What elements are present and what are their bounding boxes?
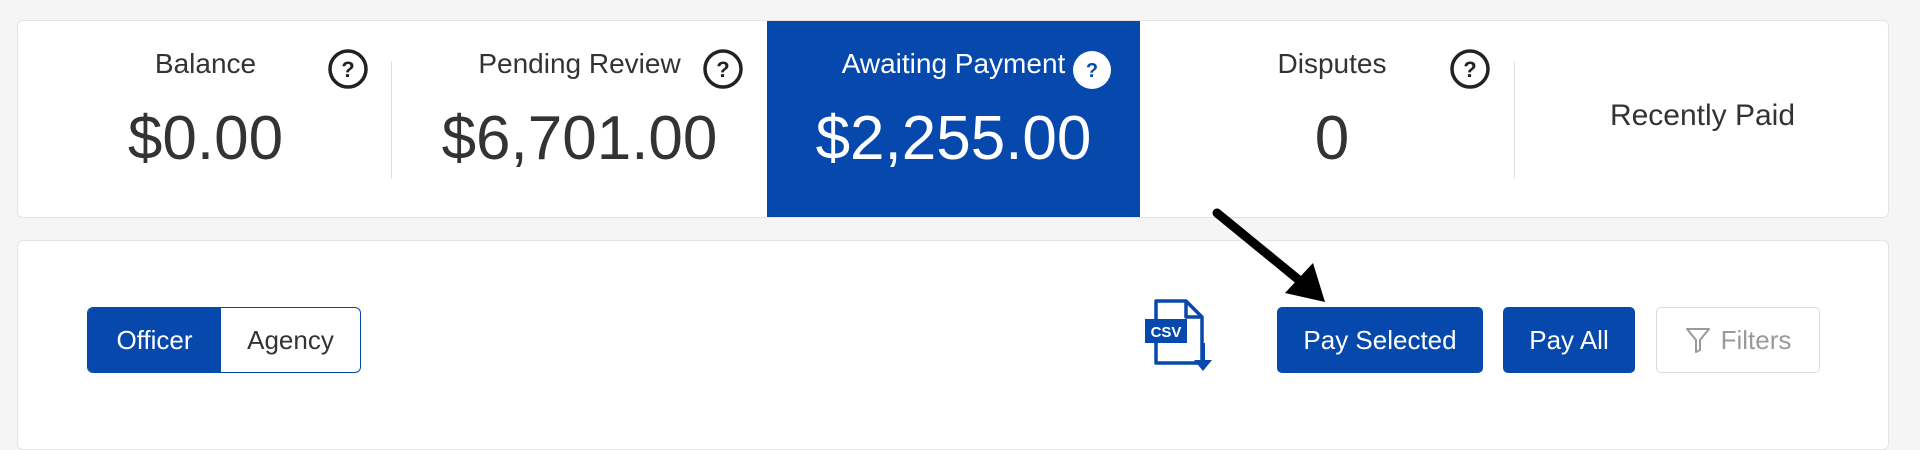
filters-button[interactable]: Filters	[1656, 307, 1820, 373]
question-circle-icon[interactable]: ?	[1072, 50, 1112, 90]
pay-all-button[interactable]: Pay All	[1503, 307, 1635, 373]
stat-awaiting-payment-value: $2,255.00	[815, 104, 1092, 173]
question-circle-icon[interactable]: ?	[327, 48, 369, 90]
svg-text:?: ?	[1463, 57, 1476, 82]
officer-agency-toggle[interactable]: Officer Agency	[87, 307, 361, 373]
arrow-annotation	[1212, 208, 1325, 302]
question-circle-icon[interactable]: ?	[1449, 48, 1491, 90]
svg-text:CSV: CSV	[1151, 324, 1182, 341]
toggle-agency[interactable]: Agency	[221, 308, 360, 372]
filters-label: Filters	[1720, 324, 1792, 355]
toggle-officer[interactable]: Officer	[88, 308, 221, 372]
question-circle-icon[interactable]: ?	[702, 48, 744, 90]
svg-text:?: ?	[1086, 60, 1098, 82]
funnel-icon	[1685, 328, 1710, 353]
stat-recently-paid-label: Recently Paid	[1609, 99, 1796, 132]
stat-balance-value: $0.00	[127, 104, 284, 173]
summary-stats-bar: Balance $0.00 ? Pending Review $6,701.00…	[17, 20, 1889, 218]
stat-recently-paid[interactable]: Recently Paid	[1515, 21, 1888, 217]
svg-text:?: ?	[716, 57, 729, 82]
pay-selected-button[interactable]: Pay Selected	[1277, 307, 1483, 373]
stat-pending-review-value: $6,701.00	[441, 104, 718, 173]
svg-text:?: ?	[341, 57, 354, 82]
stat-disputes-value: 0	[1314, 104, 1350, 173]
